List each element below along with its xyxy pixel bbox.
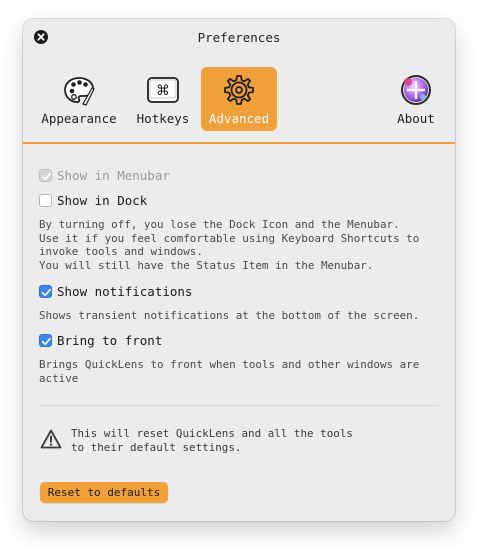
show-notifications-label: Show notifications <box>57 283 193 299</box>
bring-to-front-option: Bring to front <box>39 331 162 349</box>
tab-label: Appearance <box>41 111 117 126</box>
preferences-window: Preferences Appearance ⌘ Hotkeys Advance… <box>23 19 455 521</box>
tab-appearance[interactable]: Appearance <box>37 67 121 131</box>
show-in-dock-label: Show in Dock <box>57 192 148 208</box>
tab-advanced[interactable]: Advanced <box>201 67 277 131</box>
gear-icon <box>224 75 254 105</box>
section-divider <box>39 405 439 406</box>
tab-hotkeys[interactable]: ⌘ Hotkeys <box>129 67 197 131</box>
toolbar-separator <box>23 142 455 144</box>
warning-icon <box>40 429 62 449</box>
bring-to-front-description: Brings QuickLens to front when tools and… <box>39 358 420 385</box>
reset-to-defaults-button[interactable]: Reset to defaults <box>40 482 168 503</box>
preferences-toolbar: Appearance ⌘ Hotkeys Advanced About <box>23 63 455 143</box>
reset-warning-text: This will reset QuickLens and all the to… <box>71 427 353 454</box>
show-in-dock-description: By turning off, you lose the Dock Icon a… <box>39 218 420 273</box>
show-notifications-description: Shows transient notifications at the bot… <box>39 309 420 322</box>
tab-label: Hotkeys <box>136 111 190 126</box>
svg-text:⌘: ⌘ <box>156 83 170 99</box>
command-key-icon: ⌘ <box>147 77 179 103</box>
show-in-menubar-option: Show in Menubar <box>39 166 170 184</box>
show-in-menubar-checkbox[interactable] <box>39 168 52 182</box>
checkmark-icon <box>42 172 51 180</box>
bring-to-front-checkbox[interactable] <box>39 333 52 347</box>
bring-to-front-label: Bring to front <box>57 332 163 348</box>
window-title: Preferences <box>197 30 281 45</box>
title-bar: Preferences <box>23 19 455 57</box>
palette-icon <box>64 77 95 106</box>
show-in-menubar-label: Show in Menubar <box>57 167 170 183</box>
show-notifications-option: Show notifications <box>39 282 192 300</box>
checkmark-icon <box>41 337 52 345</box>
tab-label: Advanced <box>208 111 270 126</box>
checkmark-icon <box>41 288 52 296</box>
tab-label: About <box>397 111 435 126</box>
show-in-dock-option: Show in Dock <box>39 191 147 209</box>
show-in-dock-checkbox[interactable] <box>39 193 52 207</box>
tab-about[interactable]: About <box>387 67 445 131</box>
app-logo-icon <box>401 75 431 105</box>
show-notifications-checkbox[interactable] <box>39 284 52 298</box>
